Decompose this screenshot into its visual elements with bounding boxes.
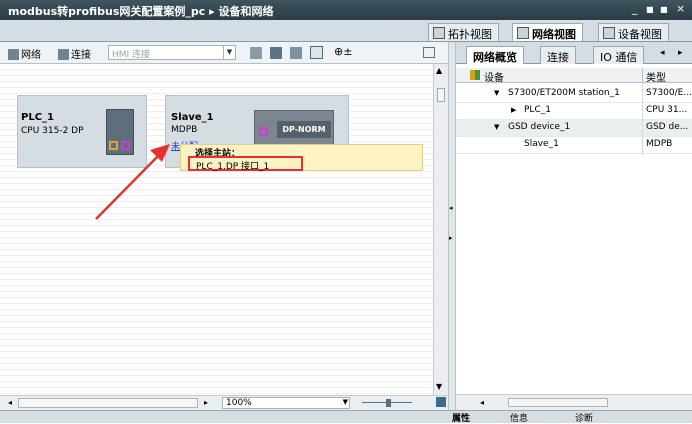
dp-norm-badge: DP-NORM	[277, 121, 331, 138]
row-type: GSD de...	[646, 122, 689, 132]
annotation-arrow	[95, 144, 170, 220]
expand-icon[interactable]: ▼	[494, 123, 499, 131]
tab-network-overview[interactable]: 网络概览	[466, 46, 524, 64]
overview-horizontal-scrollbar[interactable]: ◂	[456, 394, 692, 410]
column-device[interactable]: 设备	[484, 69, 504, 84]
breadcrumb: modbus转profibus网关配置案例_pc ▸ 设备和网络	[8, 3, 274, 19]
tab-scroll-right-icon[interactable]: ▸	[678, 48, 683, 58]
canvas-vertical-scrollbar[interactable]: ▲ ▼	[433, 64, 448, 395]
table-icon[interactable]	[290, 47, 302, 59]
network-icon	[517, 27, 529, 39]
slave-module-icon: DP-NORM	[254, 110, 334, 146]
table-row[interactable]: ▶ PLC_1 CPU 31...	[456, 103, 692, 120]
row-device: Slave_1	[524, 139, 559, 149]
dp-port-icon[interactable]	[259, 127, 268, 136]
row-type: CPU 31...	[646, 105, 688, 115]
inspector-bar: 属性 信息 诊断	[0, 410, 692, 424]
zoom-select[interactable]: 100% ▼	[222, 397, 350, 409]
table-row[interactable]: Slave_1 MDPB	[456, 137, 692, 154]
master-select-popup: 选择主站： PLC_1.DP 接口_1	[180, 144, 423, 172]
tab-topology-view[interactable]: 拓扑视图	[428, 23, 499, 41]
tab-network-view[interactable]: 网络视图	[512, 23, 583, 41]
row-device: GSD device_1	[508, 122, 571, 132]
chevron-down-icon[interactable]: ▼	[343, 398, 348, 406]
overview-tabs: 网络概览 连接 IO 通信 ◂ ▸	[456, 42, 692, 64]
scroll-down-icon[interactable]: ▼	[436, 382, 442, 391]
view-tabs: 拓扑视图 网络视图 设备视图	[0, 20, 692, 42]
minimize-button[interactable]: _	[632, 2, 638, 15]
filter-icon[interactable]	[470, 70, 480, 80]
column-type[interactable]: 类型	[646, 69, 666, 84]
device-icon	[603, 27, 615, 39]
collapse-right-icon[interactable]: ▸	[449, 234, 453, 242]
table-row[interactable]: ▼ S7300/ET200M station_1 S7300/E...	[456, 86, 692, 103]
master-option[interactable]: PLC_1.DP 接口_1	[188, 156, 303, 172]
address-icon[interactable]	[250, 47, 262, 59]
device-name: PLC_1	[21, 112, 54, 123]
breadcrumb-separator: ▸	[209, 5, 215, 18]
row-device: S7300/ET200M station_1	[508, 88, 620, 98]
column-divider[interactable]	[642, 68, 643, 83]
row-type: S7300/E...	[646, 88, 692, 98]
device-type: MDPB	[171, 125, 198, 135]
canvas-status-bar: ◂ ▸ 100% ▼	[0, 395, 454, 410]
table-row[interactable]: ▼ GSD device_1 GSD de...	[456, 120, 692, 137]
device-type: CPU 315-2 DP	[21, 126, 84, 136]
overview-table-header: 设备 类型	[456, 68, 692, 84]
scroll-thumb[interactable]	[437, 88, 445, 102]
restore-button[interactable]: ■	[646, 5, 654, 14]
chevron-down-icon[interactable]: ▼	[223, 46, 235, 59]
expand-icon[interactable]: ▼	[494, 89, 499, 97]
network-canvas[interactable]: PLC_1 CPU 315-2 DP Slave_1 MDPB 未分配 DP-N…	[0, 64, 433, 395]
expand-icon[interactable]: ▶	[511, 106, 516, 114]
column-divider	[642, 83, 643, 155]
title-bar: modbus转profibus网关配置案例_pc ▸ 设备和网络 _ ■ ■ ×	[0, 0, 692, 20]
panel-toggle-icon[interactable]	[423, 47, 435, 58]
device-name: Slave_1	[171, 112, 214, 123]
properties-tab[interactable]: 属性	[452, 411, 470, 424]
connections-button[interactable]: 连接	[58, 46, 91, 61]
row-device: PLC_1	[524, 105, 551, 115]
connection-icon	[58, 49, 69, 60]
tab-scroll-left-icon[interactable]: ◂	[660, 48, 665, 58]
page-title: 设备和网络	[218, 5, 274, 18]
zoom-icon[interactable]: ⊕±	[334, 45, 352, 58]
scroll-thumb[interactable]	[508, 398, 608, 407]
overview-icon[interactable]	[310, 46, 323, 59]
tab-device-view[interactable]: 设备视图	[598, 23, 669, 41]
horizontal-scrollbar[interactable]	[18, 398, 198, 408]
project-name: modbus转profibus网关配置案例_pc	[8, 5, 206, 18]
maximize-button[interactable]: ■	[660, 5, 668, 14]
network-icon	[8, 49, 19, 60]
collapse-left-icon[interactable]: ◂	[449, 204, 453, 212]
pane-splitter[interactable]: ◂ ▸	[448, 42, 456, 410]
diagnostics-tab[interactable]: 诊断	[575, 411, 593, 424]
scroll-up-icon[interactable]: ▲	[436, 66, 442, 75]
network-button[interactable]: 网络	[8, 46, 41, 61]
scroll-left-icon[interactable]: ◂	[8, 398, 12, 407]
zoom-slider-handle[interactable]	[386, 399, 391, 407]
tab-io-communication[interactable]: IO 通信	[593, 46, 645, 64]
grid-icon[interactable]	[270, 47, 282, 59]
close-button[interactable]: ×	[676, 2, 685, 15]
info-tab[interactable]: 信息	[510, 411, 528, 424]
network-overview-pane: 网络概览 连接 IO 通信 ◂ ▸ 设备 类型 ▼ S7300/ET200M s…	[456, 42, 692, 410]
tab-connections[interactable]: 连接	[540, 46, 576, 64]
row-type: MDPB	[646, 139, 673, 149]
scroll-right-icon[interactable]: ▸	[204, 398, 208, 407]
topology-icon	[433, 27, 445, 39]
scroll-left-icon[interactable]: ◂	[480, 398, 484, 407]
hmi-connection-select[interactable]: HMI 连接 ▼	[108, 45, 236, 60]
fit-view-icon[interactable]	[436, 397, 446, 407]
network-toolbar: 网络 连接 HMI 连接 ▼ ⊕±	[0, 42, 454, 64]
